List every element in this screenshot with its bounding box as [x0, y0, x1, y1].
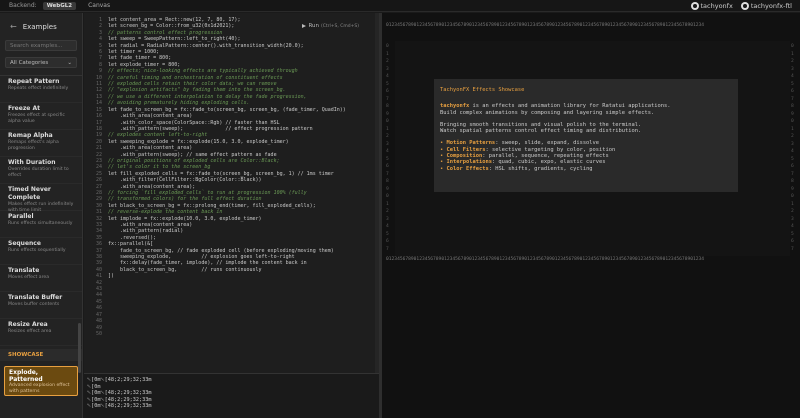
example-item[interactable]: Remap Alpha Remaps effect's alpha progres…	[0, 130, 82, 157]
feature-desc: : parallel, sequence, repeating effects	[482, 153, 609, 160]
intro-line-1-text: is an effects and animation library for …	[469, 103, 671, 110]
example-item-desc: Remaps effect's alpha progression	[8, 140, 59, 151]
feature-desc: : selective targeting by color, position	[485, 146, 616, 153]
feature-item: • Color Effects: HSL shifts, gradients, …	[440, 166, 732, 172]
example-item-title: Resize Area	[8, 321, 48, 328]
github-icon	[740, 1, 749, 10]
chevron-down-icon: ⌄	[67, 60, 72, 66]
example-item-title: Explode, Patterned	[9, 369, 43, 383]
feature-desc: : sweep, slide, expand, dissolve	[495, 140, 600, 147]
tachyonfx-link-label: tachyonfx	[700, 1, 733, 10]
example-item-explode-patterned[interactable]: Explode, Patterned Advanced explosion ef…	[4, 366, 78, 396]
top-ruler: 0123456789012345678901234567890123456789…	[386, 23, 705, 28]
example-item[interactable]: Parallel Runs effects simultaneously	[0, 211, 82, 238]
example-list: Repeat Pattern Repeats effect indefinitel…	[0, 75, 82, 346]
example-item-title: Freeze At	[8, 105, 40, 112]
example-item-desc: Freezes effect at specific alpha value	[8, 113, 65, 124]
sidebar-title: Examples	[22, 22, 57, 31]
backend-canvas-button[interactable]: Canvas	[88, 2, 110, 9]
feature-name: Interpolations	[446, 159, 492, 166]
code-line: ])	[108, 273, 115, 280]
sidebar-scrollbar[interactable]	[78, 323, 81, 373]
brand-name: tachyonfx	[440, 103, 470, 110]
console-line: ␀[0m␀[48;2;29;32;33m	[87, 396, 152, 403]
category-select[interactable]: All Categories ⌄	[5, 57, 77, 68]
feature-name: Motion Patterns	[446, 140, 496, 147]
example-item[interactable]: Translate Moves effect area	[0, 265, 82, 292]
line-numbers: 1 2 3 4 5 6 7 8 9 10 11 12 13 14 15 16 17 18 19 20 21 22 23 24 2…	[84, 17, 102, 337]
play-icon	[302, 24, 307, 28]
search-input[interactable]: Search examples...	[5, 40, 77, 51]
github-icon	[690, 1, 699, 10]
feature-desc: : HSL shifts, gradients, cycling	[488, 165, 593, 172]
console-line: ␀[0m␀[48;2;29;32;33m	[87, 403, 152, 410]
showcase-section-header: SHOWCASE	[0, 349, 82, 361]
console-line: ␀[0m	[87, 383, 101, 390]
example-item-desc: Resizes effect area	[8, 329, 52, 334]
example-item-title: Remap Alpha	[8, 132, 53, 139]
category-select-value: All Categories	[10, 60, 49, 66]
example-item[interactable]: Timed Never Complete Makes effect run ind…	[0, 184, 82, 213]
repo-links: tachyonfx tachyonfx-ftl	[690, 1, 792, 10]
right-ruler: 0 1 2 3 4 5 6 7 8 9 0 1 2 3 4 5 6 7 8 9 …	[791, 44, 794, 252]
example-item-title: With Duration	[8, 159, 56, 166]
examples-sidebar: ← Examples Search examples... All Catego…	[0, 13, 83, 418]
feature-name: Composition	[446, 153, 483, 160]
run-button[interactable]: Run (Ctrl+S, Cmd+S)	[302, 23, 359, 29]
tachyonfx-link[interactable]: tachyonfx	[690, 1, 733, 10]
example-item[interactable]: Translate Buffer Moves buffer contents	[0, 292, 82, 319]
console-line: ␀[0m␀[48;2;29;32;33m	[87, 390, 152, 397]
example-item-desc: Runs effects sequentially	[8, 248, 66, 253]
example-item[interactable]: Freeze At Freezes effect at specific alph…	[0, 103, 82, 130]
example-item-desc: Moves effect area	[8, 275, 50, 280]
example-item-desc: Moves buffer contents	[8, 302, 60, 307]
console-output: ␀[0m␀[48;2;29;32;33m ␀[0m ␀[0m␀[48;2;29;32…	[84, 373, 379, 418]
example-item-title: Timed Never Complete	[8, 186, 51, 201]
code-editor[interactable]: 1 2 3 4 5 6 7 8 9 10 11 12 13 14 15 16 17 18 19 20 21 22 23 24 2…	[84, 13, 379, 373]
example-item-desc: Advanced explosion effect with patterns	[9, 383, 70, 394]
sidebar-header: ← Examples	[0, 13, 82, 40]
feature-desc: : quad, cubic, expo, elastic curves	[491, 159, 606, 166]
run-shortcut: (Ctrl+S, Cmd+S)	[320, 23, 359, 29]
tachyonfx-ftl-link-label: tachyonfx-ftl	[750, 1, 792, 10]
showcase-title: TachyonFX Effects Showcase	[440, 87, 525, 93]
feature-name: Cell Filters	[446, 146, 486, 153]
example-item-desc: Overrides duration limit to effect	[8, 167, 69, 178]
code-text[interactable]: let content_area = Rect::new(12, 7, 80, …	[108, 17, 346, 280]
console-line: ␀[0m␀[48;2;29;32;33m	[87, 377, 152, 383]
example-item[interactable]: Sequence Runs effects sequentially	[0, 238, 82, 265]
run-button-label: Run	[308, 23, 319, 29]
example-item-desc: Runs effects simultaneously	[8, 221, 73, 226]
example-item-title: Repeat Pattern	[8, 78, 60, 85]
tachyonfx-ftl-link[interactable]: tachyonfx-ftl	[740, 1, 792, 10]
feature-name: Color Effects	[446, 165, 489, 172]
back-arrow-icon[interactable]: ←	[10, 22, 17, 31]
backend-webgl2-button[interactable]: WebGL2	[42, 1, 77, 10]
example-item-title: Sequence	[8, 240, 41, 247]
example-item[interactable]: With Duration Overrides duration limit to…	[0, 157, 82, 184]
bottom-ruler: 0123456789012345678901234567890123456789…	[386, 257, 705, 262]
feature-list: • Motion Patterns: sweep, slide, expand,…	[440, 140, 732, 171]
example-item-desc: Repeats effect indefinitely	[8, 86, 69, 91]
showcase-text-box: TachyonFX Effects Showcase tachyonfx is …	[434, 79, 738, 192]
top-bar: Backend: WebGL2 Canvas tachyonfx tachyon…	[0, 0, 800, 12]
left-ruler: 0 1 2 3 4 5 6 7 8 9 0 1 2 3 4 5 6 7 8 9 …	[386, 44, 389, 252]
example-item-title: Translate	[8, 267, 40, 274]
preview-pane: 0123456789012345678901234567890123456789…	[382, 13, 800, 418]
line-number: 50	[95, 330, 102, 337]
example-item-title: Parallel	[8, 213, 34, 220]
example-item[interactable]: Repeat Pattern Repeats effect indefinitel…	[0, 76, 82, 103]
example-item-title: Translate Buffer	[8, 294, 63, 301]
backend-label: Backend:	[9, 2, 37, 9]
example-item[interactable]: Resize Area Resizes effect area	[0, 319, 82, 346]
